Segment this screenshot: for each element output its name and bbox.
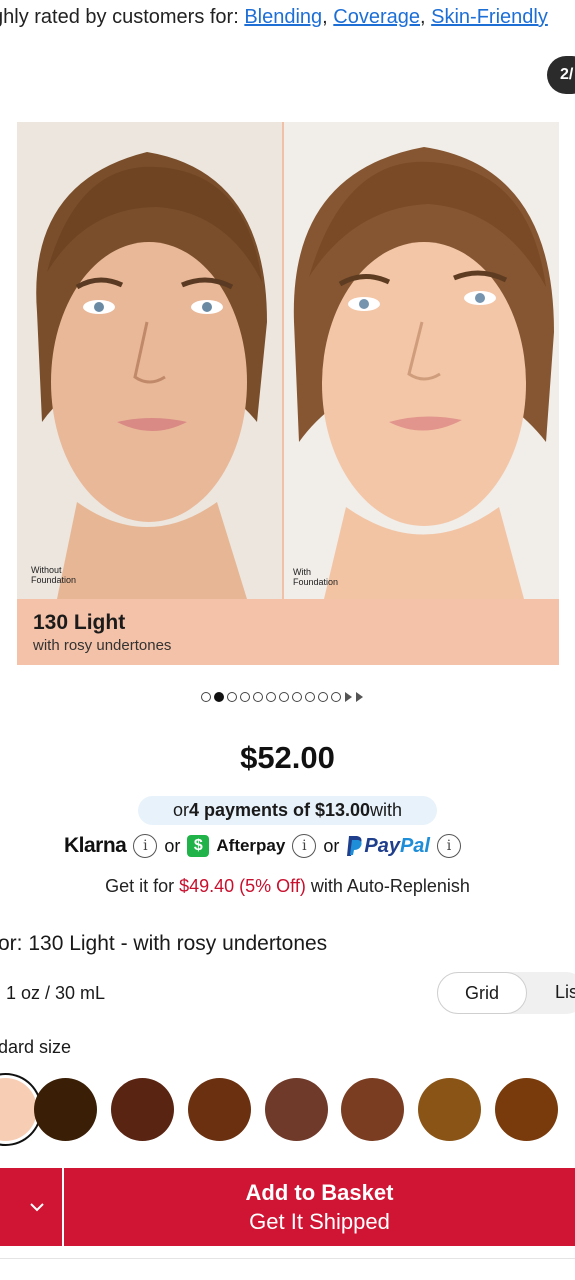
color-swatch[interactable] (111, 1078, 174, 1141)
image-pager[interactable] (201, 692, 363, 702)
color-swatch[interactable] (341, 1078, 404, 1141)
pager-dot[interactable] (279, 692, 289, 702)
pager-dot[interactable] (201, 692, 211, 702)
list-view-button[interactable]: Lis (555, 982, 575, 1003)
installments-pill: or 4 payments of $13.00 with (138, 796, 437, 825)
tag-link-coverage[interactable]: Coverage (333, 6, 420, 28)
size-label: 1 oz / 30 mL (6, 983, 106, 1003)
tag-link-skin-friendly[interactable]: Skin-Friendly (431, 6, 548, 28)
product-image[interactable]: Without Foundation With Foundation 130 Lig… (17, 122, 559, 665)
product-price: $52.00 (240, 740, 335, 775)
paypal-pal: Pal (399, 834, 430, 857)
add-to-basket-label: Add to Basket (245, 1180, 394, 1205)
tag-separator: , (322, 6, 334, 28)
pager-dot[interactable] (292, 692, 302, 702)
pager-dot[interactable] (331, 692, 341, 702)
image-counter: 2/ (547, 56, 575, 94)
color-swatch[interactable] (418, 1078, 481, 1141)
face-illustration-right (284, 122, 559, 599)
selected-color-label: or: 130 Light - with rosy undertones (0, 932, 328, 955)
rating-prefix: ghly rated by customers for: (0, 6, 245, 28)
play-arrow-icon[interactable] (356, 692, 363, 702)
auto-rep-pre: Get it for (105, 876, 180, 896)
paypal-info-icon[interactable]: i (436, 834, 461, 858)
pager-dot-active[interactable] (214, 692, 224, 702)
chevron-down-icon (30, 1202, 44, 1211)
shade-caption-band: 130 Light with rosy undertones (17, 599, 559, 665)
with-foundation-photo: With Foundation (284, 122, 559, 599)
tag-separator: , (420, 6, 432, 28)
color-swatch[interactable] (265, 1078, 328, 1141)
color-swatch[interactable] (34, 1078, 97, 1141)
color-swatch[interactable] (188, 1078, 251, 1141)
or-text: or (323, 835, 340, 856)
without-foundation-photo: Without Foundation (17, 122, 282, 599)
auto-replenish-text: Get it for $49.40 (5% Off) with Auto-Rep… (0, 876, 575, 897)
quantity-dropdown[interactable] (0, 1168, 62, 1246)
afterpay-logo: Afterpay (216, 836, 286, 855)
rating-summary: ghly rated by customers for: Blending, C… (0, 6, 548, 29)
color-swatch[interactable] (495, 1078, 558, 1141)
pager-dot[interactable] (318, 692, 328, 702)
shade-name: 130 Light (33, 611, 126, 634)
add-to-basket-button[interactable]: Add to Basket Get It Shipped (64, 1168, 575, 1246)
installments-amount: 4 payments of $13.00 (188, 800, 371, 820)
view-toggle[interactable]: Grid Lis (437, 972, 575, 1014)
tag-link-blending[interactable]: Blending (244, 6, 322, 28)
pager-dot[interactable] (253, 692, 263, 702)
caption-with: With Foundation (293, 567, 339, 587)
play-arrow-icon[interactable] (345, 692, 352, 702)
face-illustration-left (17, 122, 282, 599)
shade-description: with rosy undertones (33, 637, 172, 654)
klarna-logo: Klarna (64, 834, 127, 857)
pager-dot[interactable] (240, 692, 250, 702)
paypal-logo: PayPal (346, 835, 430, 858)
paypal-pay: Pay (364, 834, 400, 857)
pager-dot[interactable] (305, 692, 315, 702)
pager-dot[interactable] (227, 692, 237, 702)
afterpay-info-icon[interactable]: i (292, 834, 317, 858)
or-text: or (164, 835, 181, 856)
installments-pre: or (172, 800, 189, 820)
auto-rep-discount: $49.40 (5% Off) (179, 876, 306, 896)
klarna-info-icon[interactable]: i (133, 834, 158, 858)
installments-post: with (370, 800, 403, 820)
pager-dot[interactable] (266, 692, 276, 702)
paypal-icon (347, 836, 362, 856)
afterpay-icon: $ (187, 835, 210, 857)
payment-options: Klarna i or $ Afterpay i or PayPal i (64, 830, 461, 862)
get-it-shipped-label: Get It Shipped (249, 1209, 390, 1234)
grid-view-button[interactable]: Grid (437, 972, 527, 1014)
divider (0, 1258, 575, 1259)
swatch-130-light-selected[interactable] (0, 1078, 37, 1141)
auto-rep-post: with Auto-Replenish (305, 876, 470, 896)
standard-size-label: dard size (0, 1037, 72, 1057)
caption-without: Without Foundation (31, 565, 77, 585)
